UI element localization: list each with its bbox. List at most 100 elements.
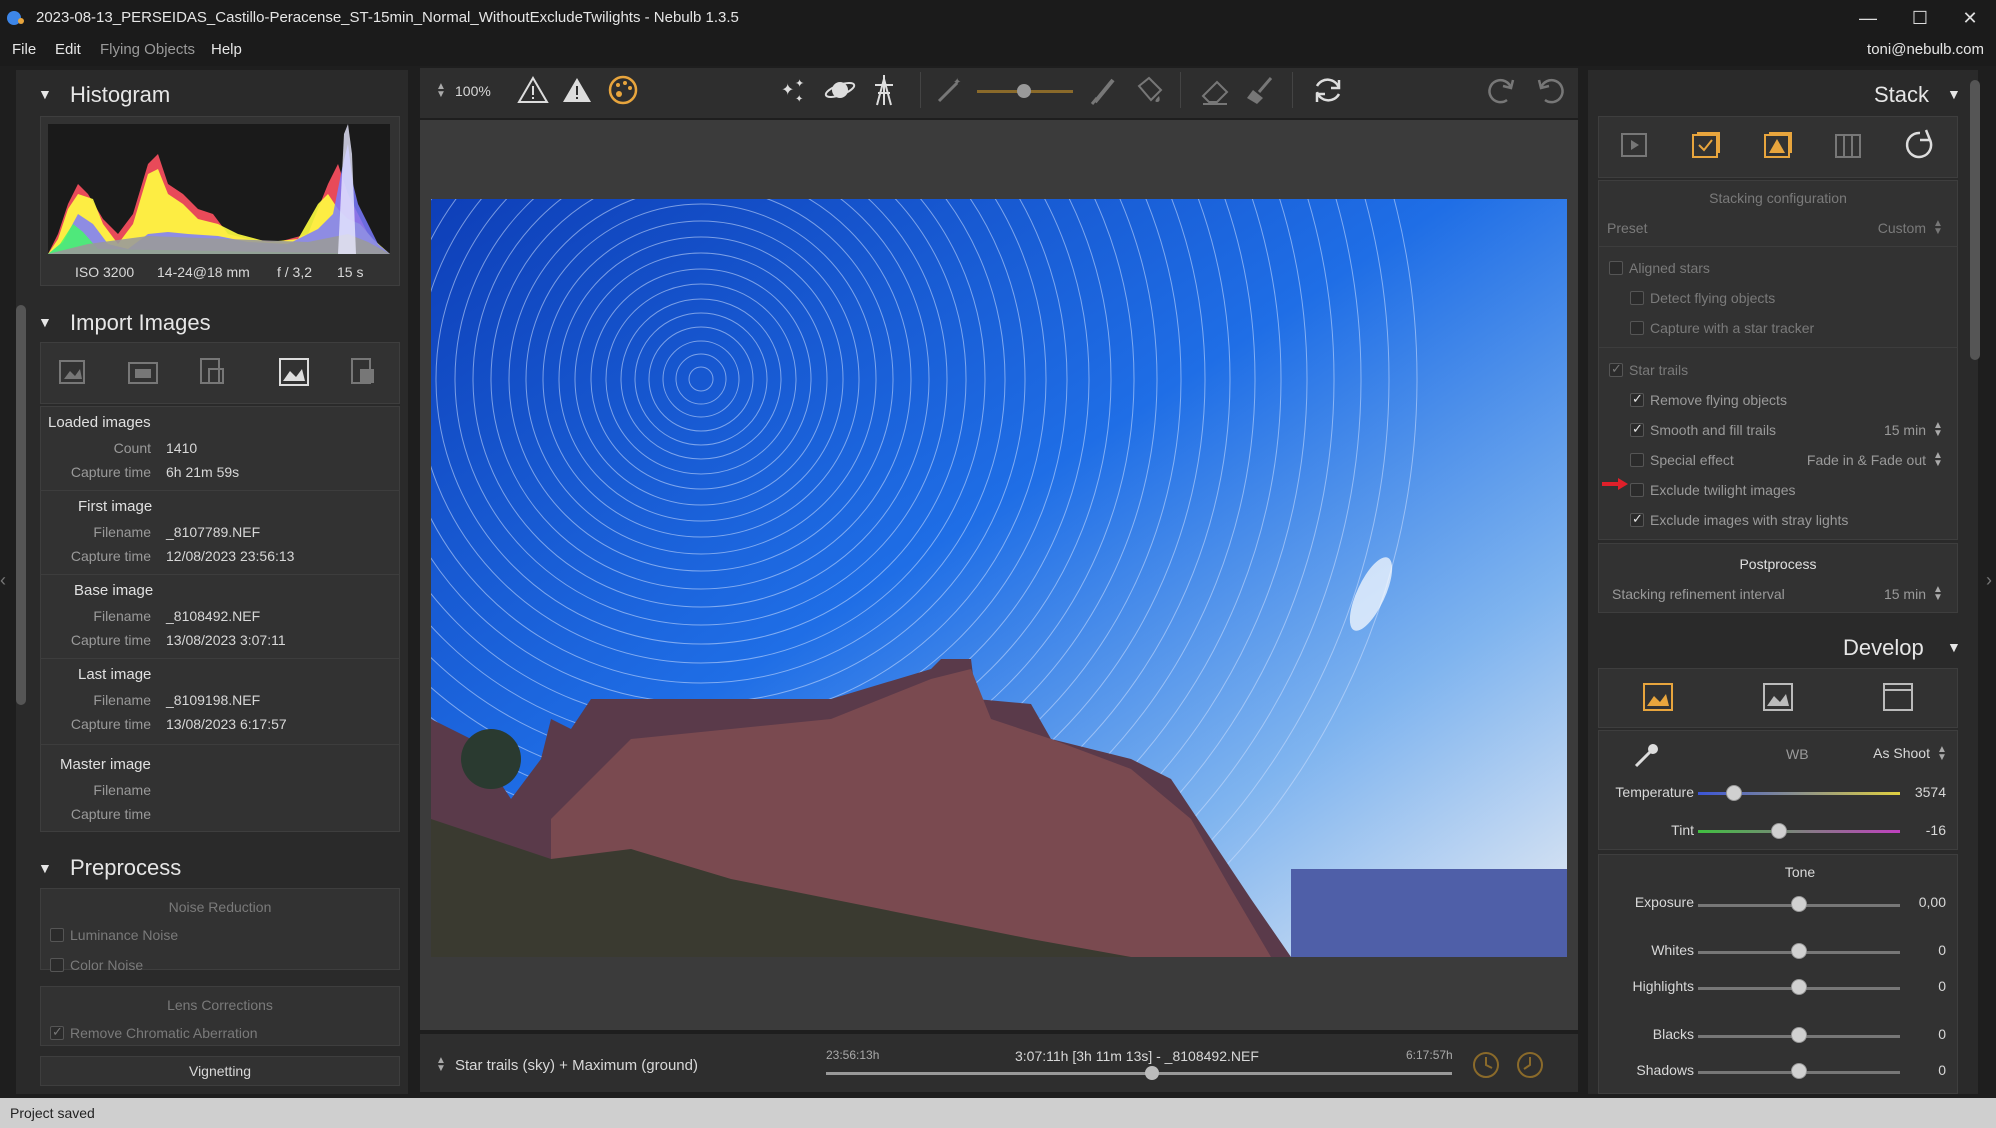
tint-value[interactable]: -16: [1926, 822, 1946, 838]
special-effect-checkbox[interactable]: [1630, 453, 1644, 467]
undo-icon[interactable]: [1533, 74, 1565, 106]
eyedropper-icon[interactable]: [1630, 740, 1660, 770]
develop-title[interactable]: Develop: [1843, 635, 1924, 661]
develop-crop-icon[interactable]: [1882, 682, 1914, 712]
planet-icon[interactable]: [823, 75, 857, 105]
tint-slider[interactable]: [1698, 830, 1900, 833]
luminance-noise-label[interactable]: Luminance Noise: [70, 927, 178, 943]
tower-icon[interactable]: [869, 73, 899, 107]
stack-check-icon[interactable]: [1690, 130, 1722, 162]
menu-file[interactable]: File: [12, 41, 36, 58]
exclude-twilight-checkbox[interactable]: [1630, 483, 1644, 497]
luminance-noise-checkbox[interactable]: [50, 928, 64, 942]
brush-icon[interactable]: [1089, 74, 1119, 106]
import-images-title[interactable]: Import Images: [70, 310, 211, 336]
menu-flying-objects[interactable]: Flying Objects: [100, 41, 195, 58]
preprocess-title[interactable]: Preprocess: [70, 855, 181, 881]
maximize-button[interactable]: ☐: [1902, 4, 1938, 32]
detect-flying-checkbox[interactable]: [1630, 291, 1644, 305]
shadows-knob[interactable]: [1791, 1063, 1807, 1079]
left-scrollbar[interactable]: [16, 305, 26, 705]
exclude-stray-checkbox[interactable]: [1630, 511, 1644, 527]
smooth-fill-checkbox[interactable]: [1630, 421, 1644, 437]
chromatic-aberration-label[interactable]: Remove Chromatic Aberration: [70, 1025, 258, 1041]
menu-edit[interactable]: Edit: [55, 41, 81, 58]
chromatic-aberration-checkbox[interactable]: [50, 1024, 64, 1040]
vignetting-heading[interactable]: Vignetting: [40, 1063, 400, 1079]
smooth-fill-value[interactable]: 15 min: [1884, 422, 1926, 438]
user-account[interactable]: toni@nebulb.com: [1867, 41, 1984, 58]
palette-icon[interactable]: [607, 74, 639, 106]
develop-image-icon[interactable]: [1762, 682, 1794, 712]
detect-flying-label[interactable]: Detect flying objects: [1650, 290, 1775, 306]
star-trails-image[interactable]: [431, 199, 1567, 957]
fill-bucket-icon[interactable]: [1133, 74, 1165, 106]
aligned-stars-checkbox[interactable]: [1609, 261, 1623, 275]
preset-value[interactable]: Custom: [1878, 220, 1926, 236]
collapse-triangle-icon[interactable]: ▼: [1947, 639, 1961, 655]
zoom-level[interactable]: 100%: [455, 83, 491, 99]
exposure-knob[interactable]: [1791, 896, 1807, 912]
wb-spinner-icon[interactable]: ▲ ▼: [1937, 745, 1947, 763]
stack-title[interactable]: Stack: [1874, 82, 1929, 108]
wb-value[interactable]: As Shoot: [1873, 745, 1930, 761]
zoom-spinner-icon[interactable]: ▲ ▼: [436, 82, 446, 100]
timeline-track[interactable]: [826, 1072, 1452, 1075]
reset-stack-icon[interactable]: [1904, 128, 1938, 162]
star-tracker-label[interactable]: Capture with a star tracker: [1650, 320, 1814, 336]
warning-filled-icon[interactable]: [561, 75, 593, 105]
star-trails-label[interactable]: Star trails: [1629, 362, 1688, 378]
preset-spinner-icon[interactable]: ▲ ▼: [1933, 219, 1943, 237]
timeline-knob[interactable]: [1144, 1066, 1159, 1080]
clock-history-icon[interactable]: [1514, 1049, 1546, 1081]
remove-flying-checkbox[interactable]: [1630, 391, 1644, 407]
eraser-icon[interactable]: [1199, 74, 1231, 106]
develop-image-active-icon[interactable]: [1642, 682, 1674, 712]
stack-mode[interactable]: Star trails (sky) + Maximum (ground): [455, 1057, 698, 1074]
highlights-knob[interactable]: [1791, 979, 1807, 995]
stack-landscape-icon[interactable]: [1762, 130, 1794, 162]
collapse-left-icon[interactable]: ‹: [0, 570, 6, 591]
shadows-value[interactable]: 0: [1938, 1062, 1946, 1078]
refresh-icon[interactable]: [1311, 74, 1345, 106]
import-master-icon[interactable]: [348, 357, 378, 387]
play-preview-icon[interactable]: [1620, 131, 1650, 161]
stack-columns-icon[interactable]: [1833, 130, 1865, 162]
refinement-spinner-icon[interactable]: ▲ ▼: [1933, 585, 1943, 603]
collapse-right-icon[interactable]: ›: [1986, 570, 1992, 591]
mode-spinner-icon[interactable]: ▲ ▼: [436, 1056, 446, 1074]
star-tracker-checkbox[interactable]: [1630, 321, 1644, 335]
import-darks-icon[interactable]: [197, 357, 227, 387]
import-video-icon[interactable]: [127, 357, 159, 387]
smooth-fill-label[interactable]: Smooth and fill trails: [1650, 422, 1776, 438]
brush-size-knob[interactable]: [1017, 84, 1031, 98]
collapse-triangle-icon[interactable]: ▼: [1947, 86, 1961, 102]
color-noise-label[interactable]: Color Noise: [70, 957, 143, 973]
import-base-image-icon[interactable]: [278, 357, 310, 387]
temperature-value[interactable]: 3574: [1915, 784, 1946, 800]
refinement-value[interactable]: 15 min: [1884, 586, 1926, 602]
whites-knob[interactable]: [1791, 943, 1807, 959]
highlights-value[interactable]: 0: [1938, 978, 1946, 994]
color-noise-checkbox[interactable]: [50, 958, 64, 972]
clear-brush-icon[interactable]: [1245, 74, 1277, 106]
menu-help[interactable]: Help: [211, 41, 242, 58]
exclude-stray-label[interactable]: Exclude images with stray lights: [1650, 512, 1848, 528]
smooth-fill-spinner-icon[interactable]: ▲ ▼: [1933, 421, 1943, 439]
star-trails-checkbox[interactable]: [1609, 361, 1623, 377]
temperature-knob[interactable]: [1726, 785, 1742, 801]
special-effect-value[interactable]: Fade in & Fade out: [1807, 452, 1926, 468]
minimize-button[interactable]: —: [1850, 4, 1886, 32]
aligned-stars-label[interactable]: Aligned stars: [1629, 260, 1710, 276]
redo-icon[interactable]: [1487, 74, 1519, 106]
blacks-knob[interactable]: [1791, 1027, 1807, 1043]
remove-flying-label[interactable]: Remove flying objects: [1650, 392, 1787, 408]
right-scrollbar[interactable]: [1970, 80, 1980, 360]
import-folder-icon[interactable]: [58, 357, 88, 387]
warning-outline-icon[interactable]: [517, 75, 549, 105]
collapse-triangle-icon[interactable]: ▼: [38, 860, 52, 876]
histogram-title[interactable]: Histogram: [70, 82, 170, 108]
clock-forward-icon[interactable]: [1470, 1049, 1502, 1081]
magic-wand-icon[interactable]: ✦: [935, 75, 965, 105]
special-effect-label[interactable]: Special effect: [1650, 452, 1734, 468]
